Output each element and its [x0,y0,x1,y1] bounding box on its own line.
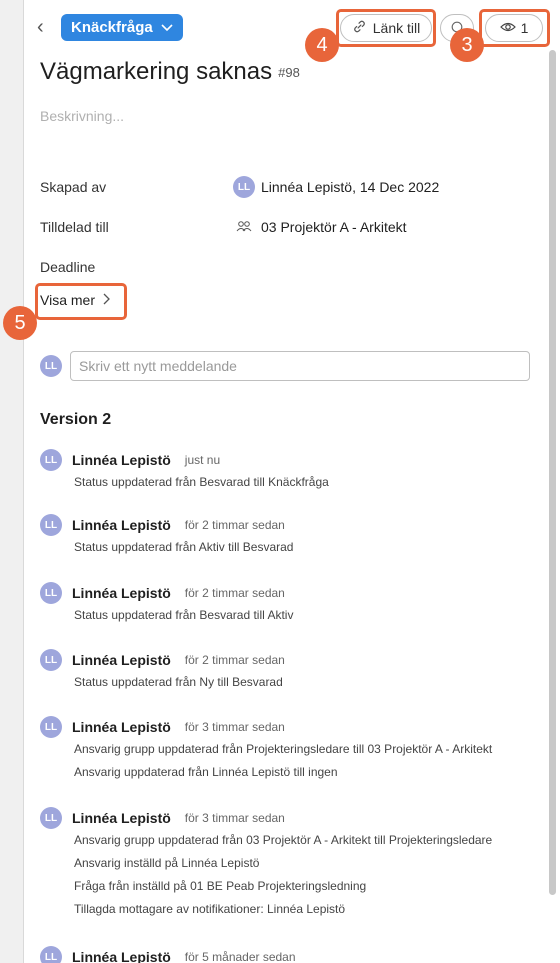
link-icon [352,19,367,37]
avatar: LL [40,716,62,738]
entry-time: för 5 månader sedan [184,950,296,963]
eye-icon [499,20,516,36]
entry-author: Linnéa Lepistö [72,452,171,468]
issue-id: #98 [278,65,300,81]
assigned-to-label: Tilldelad till [40,219,109,235]
entry-text: Status uppdaterad från Aktiv till Besvar… [74,540,294,554]
entry-time: för 2 timmar sedan [184,653,285,667]
link-to-button[interactable]: Länk till [340,14,432,42]
entry-time: just nu [184,453,221,467]
group-icon [233,220,255,235]
scrollbar[interactable] [549,50,556,895]
version-title: Version 2 [40,411,112,428]
entry-text: Ansvarig grupp uppdaterad från Projekter… [74,742,493,756]
watchers-button[interactable]: 1 [485,14,543,42]
back-icon[interactable]: ‹ [37,16,53,39]
status-label: Knäckfråga [71,19,153,36]
avatar: LL [40,649,62,671]
entry-time: för 2 timmar sedan [184,518,285,532]
show-more-button[interactable]: Visa mer [40,292,111,308]
avatar: LL [40,807,62,829]
status-dropdown[interactable]: Knäckfråga [61,14,183,41]
entry-author: Linnéa Lepistö [72,810,171,826]
assigned-to-text: 03 Projektör A - Arkitekt [261,219,407,235]
entry-text: Status uppdaterad från Besvarad till Akt… [74,608,294,622]
history-entry: LL Linnéa Lepistö för 3 timmar sedan Ansva… [40,807,545,921]
link-to-label: Länk till [372,20,421,36]
message-input[interactable] [70,351,530,381]
avatar: LL [40,355,62,377]
entry-time: för 2 timmar sedan [184,586,285,600]
show-more-label: Visa mer [40,292,95,308]
avatar: LL [40,449,62,471]
assigned-to-value[interactable]: 03 Projektör A - Arkitekt [233,219,407,235]
deadline-label: Deadline [40,259,96,275]
entry-text: Tillagda mottagare av notifikationer: Li… [74,902,346,916]
annotation-badge-3: 3 [450,28,484,62]
issue-title-text: Vägmarkering saknas [40,58,273,85]
entry-author: Linnéa Lepistö [72,652,171,668]
description-field[interactable]: Beskrivning... [40,108,124,124]
history-entry: LL Linnéa Lepistö just nu Status uppdatera… [40,449,545,494]
entry-text: Status uppdaterad från Ny till Besvarad [74,675,283,689]
issue-detail-panel: ‹ Knäckfråga Länk till 1 4 3 5 Vägmarker… [3,0,560,963]
entry-text: Fråga från inställd på 01 BE Peab Projek… [74,879,367,893]
entry-text: Ansvarig uppdaterad från Linnéa Lepistö … [74,765,338,779]
chevron-right-icon [103,292,111,308]
history-entry: LL Linnéa Lepistö för 2 timmar sedan Statu… [40,649,545,694]
entry-author: Linnéa Lepistö [72,517,171,533]
history-entry: LL Linnéa Lepistö för 3 timmar sedan Ansva… [40,716,545,784]
entry-time: för 3 timmar sedan [184,720,285,734]
history-entry: LL Linnéa Lepistö för 5 månader sedan [40,946,545,963]
annotation-badge-5: 5 [3,306,37,340]
watchers-count: 1 [520,20,529,36]
avatar: LL [40,514,62,536]
created-by-value: LL Linnéa Lepistö, 14 Dec 2022 [233,176,439,198]
created-by-label: Skapad av [40,179,107,195]
chevron-down-icon [161,21,173,35]
annotation-badge-4: 4 [305,28,339,62]
entry-time: för 3 timmar sedan [184,811,285,825]
history-entry: LL Linnéa Lepistö för 2 timmar sedan Statu… [40,514,545,559]
entry-author: Linnéa Lepistö [72,949,171,963]
avatar: LL [40,946,62,963]
history-entry: LL Linnéa Lepistö för 2 timmar sedan Statu… [40,582,545,627]
created-by-text: Linnéa Lepistö, 14 Dec 2022 [261,179,440,195]
entry-author: Linnéa Lepistö [72,719,171,735]
message-composer: LL [40,350,530,382]
entry-author: Linnéa Lepistö [72,585,171,601]
entry-text: Ansvarig grupp uppdaterad från 03 Projek… [74,833,493,847]
issue-title: Vägmarkering saknas #98 [40,58,300,86]
entry-text: Status uppdaterad från Besvarad till Knä… [74,475,329,489]
entry-text: Ansvarig inställd på Linnéa Lepistö [74,856,260,870]
avatar: LL [233,176,255,198]
avatar: LL [40,582,62,604]
left-frame [0,0,24,963]
